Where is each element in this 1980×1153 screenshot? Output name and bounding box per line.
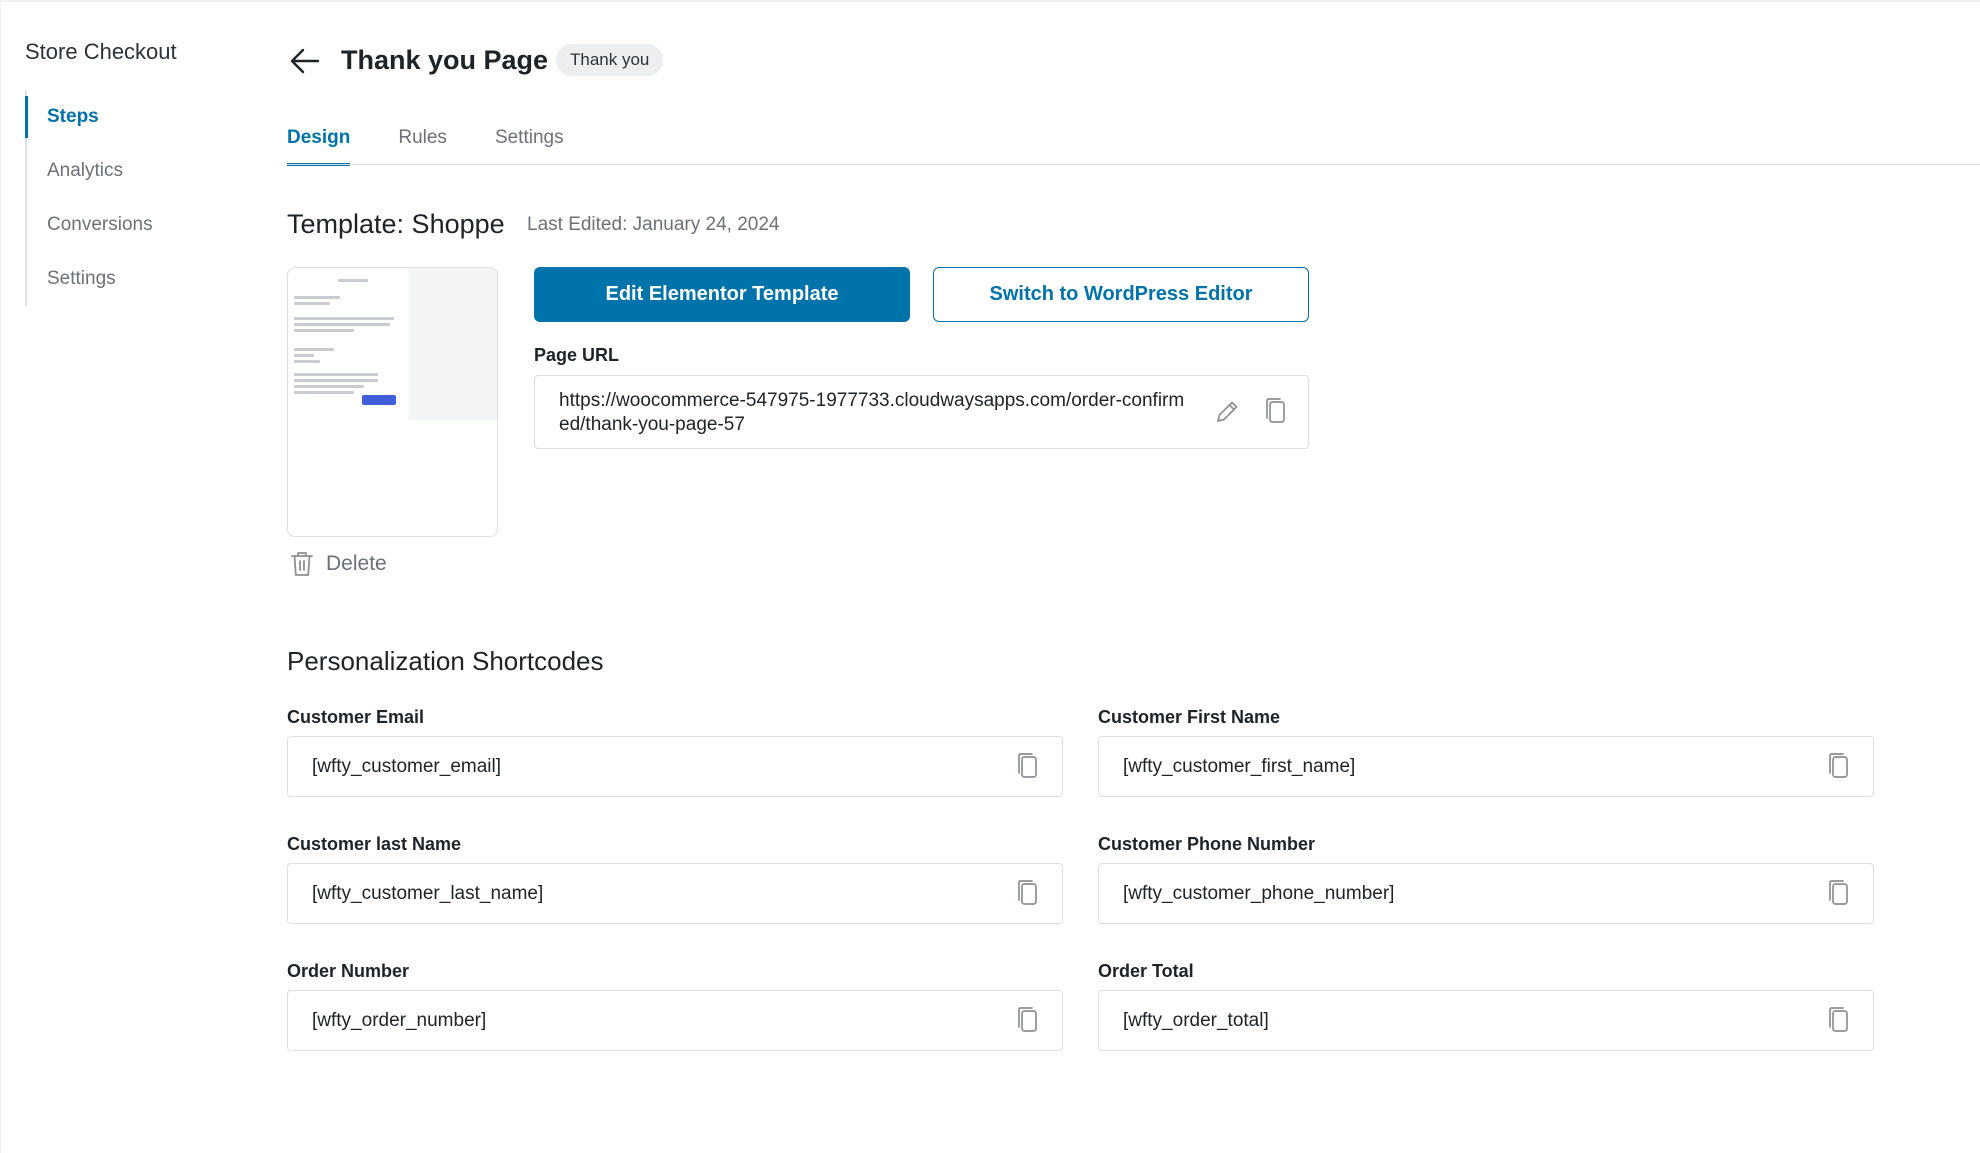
thumbnail-button xyxy=(362,395,396,405)
copy-icon[interactable] xyxy=(1827,1005,1851,1035)
page-url-label: Page URL xyxy=(534,345,620,365)
template-title: Template: Shoppe xyxy=(287,209,505,239)
sidebar-nav: Steps Analytics Conversions Settings xyxy=(25,90,255,306)
last-edited: Last Edited: January 24, 2024 xyxy=(527,214,780,235)
tab-design[interactable]: Design xyxy=(287,124,351,166)
tabs-divider xyxy=(287,164,1980,165)
copy-icon[interactable] xyxy=(1016,878,1040,908)
delete-label: Delete xyxy=(326,552,387,575)
page-url-value: https://woocommerce-547975-1977733.cloud… xyxy=(559,390,1185,435)
pencil-icon[interactable] xyxy=(1213,398,1241,426)
sidebar-title: Store Checkout xyxy=(25,39,177,64)
order-number-field[interactable]: [wfty_order_number] xyxy=(287,990,1063,1051)
page-title: Thank you Page xyxy=(341,45,549,75)
switch-to-wordpress-editor-button[interactable]: Switch to WordPress Editor xyxy=(933,267,1309,322)
thumbnail-content xyxy=(294,276,414,397)
copy-icon[interactable] xyxy=(1016,751,1040,781)
tab-rules[interactable]: Rules xyxy=(398,124,447,166)
edit-elementor-template-button[interactable]: Edit Elementor Template xyxy=(534,267,910,322)
order-total-label: Order Total xyxy=(1098,961,1194,981)
copy-icon[interactable] xyxy=(1827,751,1851,781)
order-total-value: [wfty_order_total] xyxy=(1123,1010,1269,1031)
customer-phone-number-value: [wfty_customer_phone_number] xyxy=(1123,883,1395,904)
order-total-field[interactable]: [wfty_order_total] xyxy=(1098,990,1874,1051)
left-border xyxy=(0,0,1,1153)
customer-email-label: Customer Email xyxy=(287,707,425,727)
copy-icon[interactable] xyxy=(1263,396,1289,426)
customer-email-field[interactable]: [wfty_customer_email] xyxy=(287,736,1063,797)
page-url-field[interactable]: https://woocommerce-547975-1977733.cloud… xyxy=(534,375,1309,449)
shortcodes-title: Personalization Shortcodes xyxy=(287,646,604,676)
tab-settings[interactable]: Settings xyxy=(495,124,564,166)
customer-last-name-value: [wfty_customer_last_name] xyxy=(312,883,544,904)
thumbnail-summary xyxy=(409,268,497,420)
customer-first-name-label: Customer First Name xyxy=(1098,707,1281,727)
customer-email-value: [wfty_customer_email] xyxy=(312,756,502,777)
customer-first-name-value: [wfty_customer_first_name] xyxy=(1123,756,1356,777)
copy-icon[interactable] xyxy=(1827,878,1851,908)
sidebar-item-analytics[interactable]: Analytics xyxy=(27,144,255,198)
arrow-left-icon[interactable] xyxy=(288,44,322,78)
customer-last-name-field[interactable]: [wfty_customer_last_name] xyxy=(287,863,1063,924)
tab-bar: Design Rules Settings xyxy=(287,124,564,166)
customer-phone-number-label: Customer Phone Number xyxy=(1098,834,1316,854)
trash-icon xyxy=(291,552,313,576)
order-number-label: Order Number xyxy=(287,961,410,981)
sidebar-item-conversions[interactable]: Conversions xyxy=(27,198,255,252)
customer-first-name-field[interactable]: [wfty_customer_first_name] xyxy=(1098,736,1874,797)
top-border xyxy=(0,0,1980,2)
template-thumbnail xyxy=(287,267,498,537)
sidebar-item-settings[interactable]: Settings xyxy=(27,252,255,306)
sidebar-item-steps[interactable]: Steps xyxy=(25,90,255,144)
customer-last-name-label: Customer last Name xyxy=(287,834,462,854)
delete-button[interactable]: Delete xyxy=(290,550,387,578)
status-badge: Thank you xyxy=(556,44,664,76)
sidebar: Store Checkout Steps Analytics Conversio… xyxy=(25,38,255,306)
customer-phone-number-field[interactable]: [wfty_customer_phone_number] xyxy=(1098,863,1874,924)
order-number-value: [wfty_order_number] xyxy=(312,1010,487,1031)
copy-icon[interactable] xyxy=(1016,1005,1040,1035)
